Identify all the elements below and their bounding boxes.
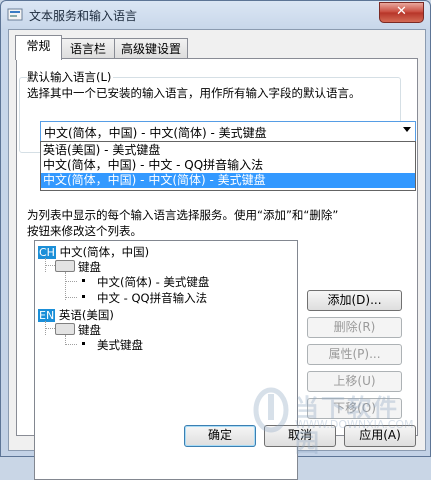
tree-item-us-keyboard-chinese[interactable]: 中文(简体) - 美式键盘 <box>97 274 209 290</box>
default-language-description: 选择其中一个已安装的输入语言，用作所有输入字段的默认语言。 <box>27 86 361 100</box>
tree-group-keyboard-english[interactable]: 键盘 <box>78 322 101 338</box>
text-services-icon <box>7 8 23 21</box>
tab-advanced-keys[interactable]: 高级键设置 <box>114 38 188 59</box>
tree-language-chinese-label: 中文(简体，中国) <box>59 245 150 259</box>
tab-general-label: 常规 <box>26 39 51 53</box>
default-language-selected: 中文(简体，中国) - 中文(简体) - 美式键盘 <box>44 126 267 140</box>
ch-language-badge: CH <box>38 246 56 259</box>
bullet-icon <box>82 295 85 298</box>
tab-language-bar-label: 语言栏 <box>69 42 106 56</box>
keyboard-icon <box>55 323 75 335</box>
add-button[interactable]: 添加(D)... <box>307 290 402 311</box>
tree-item-us-keyboard-english[interactable]: 美式键盘 <box>97 337 143 353</box>
tree-line <box>65 272 66 300</box>
installed-services-line2: 按钮来修改这个列表。 <box>27 224 142 238</box>
tree-line <box>45 328 55 329</box>
title-bar[interactable]: 文本服务和输入语言 ✕ <box>1 1 430 29</box>
properties-button[interactable]: 属性(P)... <box>307 344 402 365</box>
tree-line <box>65 281 77 282</box>
tree-group-keyboard-chinese[interactable]: 键盘 <box>78 259 101 275</box>
installed-services-line1: 为列表中显示的每个输入语言选择服务。使用“添加”和“删除” <box>27 208 339 222</box>
keyboard-icon <box>55 260 75 272</box>
installed-services-tree[interactable]: CH 中文(简体，中国) 键盘 中文(简体) - 美式键盘 中文 - QQ拼音输… <box>34 240 298 480</box>
watermark-logo-icon <box>253 387 289 433</box>
tab-general[interactable]: 常规 <box>15 35 62 60</box>
tree-language-english-label: 英语(美国) <box>58 308 114 322</box>
en-language-badge: EN <box>38 309 56 322</box>
tab-language-bar[interactable]: 语言栏 <box>61 38 115 59</box>
close-icon: ✕ <box>396 4 407 19</box>
ok-button[interactable]: 确定 <box>184 425 256 447</box>
tree-line <box>45 265 55 266</box>
remove-button[interactable]: 删除(R) <box>307 317 402 338</box>
dialog-window: 文本服务和输入语言 ✕ 常规 语言栏 高级键设置 默认输入语言(L) 选择其中一… <box>0 0 431 480</box>
bullet-icon <box>82 342 85 345</box>
bullet-icon <box>82 279 85 282</box>
dropdown-option[interactable]: 英语(美国) - 美式键盘 <box>41 143 415 158</box>
tree-line <box>65 344 77 345</box>
installed-services-description: 为列表中显示的每个输入语言选择服务。使用“添加”和“删除” 按钮来修改这个列表。 <box>27 207 338 239</box>
default-language-label: 默认输入语言(L) <box>27 69 114 85</box>
default-language-select[interactable]: 中文(简体，中国) - 中文(简体) - 美式键盘 <box>40 121 416 143</box>
default-language-dropdown: 英语(美国) - 美式键盘 中文(简体，中国) - 中文 - QQ拼音输入法 中… <box>40 141 416 191</box>
window-title: 文本服务和输入语言 <box>29 9 138 23</box>
tree-language-english[interactable]: EN 英语(美国) <box>38 307 114 323</box>
tree-language-chinese[interactable]: CH 中文(简体，中国) <box>38 244 149 260</box>
tree-line <box>65 297 77 298</box>
watermark: 当下软件园 WWW.DOWNXIA.COM <box>251 386 421 457</box>
tree-item-qq-pinyin[interactable]: 中文 - QQ拼音输入法 <box>97 290 207 306</box>
close-button[interactable]: ✕ <box>379 2 424 23</box>
dropdown-option-selected[interactable]: 中文(简体，中国) - 中文(简体) - 美式键盘 <box>41 173 415 188</box>
dropdown-option[interactable]: 中文(简体，中国) - 中文 - QQ拼音输入法 <box>41 158 415 173</box>
chevron-down-icon[interactable] <box>403 127 411 132</box>
tab-advanced-keys-label: 高级键设置 <box>120 42 181 56</box>
general-panel: 默认输入语言(L) 选择其中一个已安装的输入语言，用作所有输入字段的默认语言。 … <box>16 58 418 480</box>
watermark-url: WWW.DOWNXIA.COM <box>295 418 414 431</box>
